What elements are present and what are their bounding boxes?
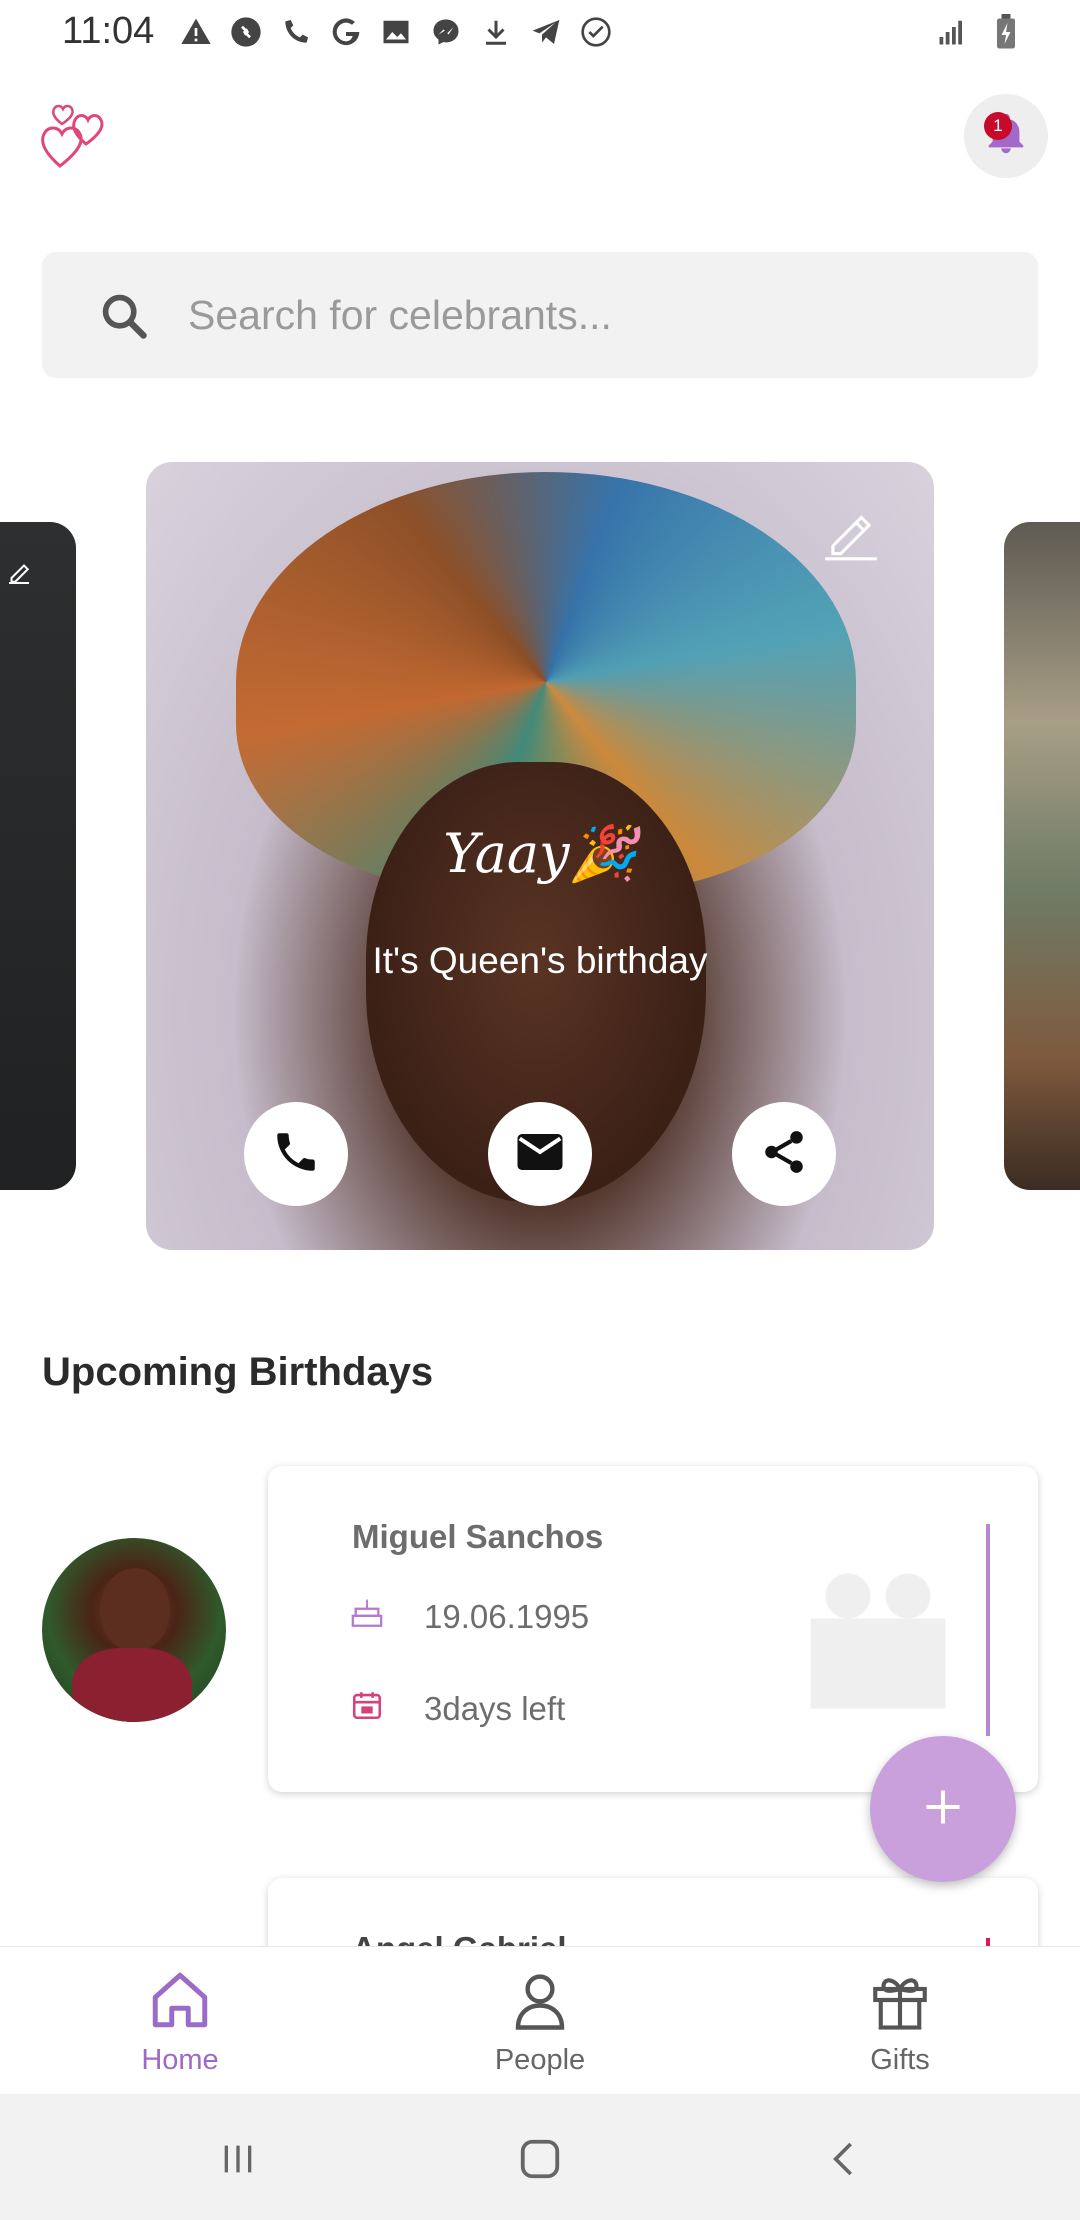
search-icon [98,290,150,342]
days-left: 3days left [424,1690,566,1727]
battery-charging-icon [988,14,1024,50]
nav-gifts-label: Gifts [870,2044,930,2076]
share-icon [759,1127,809,1182]
recent-apps-button[interactable] [208,2134,268,2184]
download-icon [478,14,514,50]
mail-icon [513,1125,567,1184]
nav-home[interactable]: Home [80,1967,280,2077]
system-status [934,14,1024,50]
notification-icons [178,14,614,50]
section-title: Upcoming Birthdays [42,1350,434,1394]
phone-icon [271,1127,321,1182]
gift-icon [867,1967,933,2038]
carousel-card-next[interactable] [1004,522,1080,1190]
cake-icon [350,1596,384,1638]
avatar[interactable] [42,1538,226,1722]
back-button[interactable] [814,2134,874,2184]
birth-date: 19.06.1995 [424,1598,590,1635]
telegram-icon [528,14,564,50]
messenger-icon [428,14,464,50]
search-input[interactable] [188,280,988,350]
celebration-subtitle: It's Queen's birthday [372,940,708,981]
card-accent-bar [986,1524,990,1736]
nav-people-label: People [494,2044,586,2076]
featured-birthday-card[interactable]: Yaay🎉 It's Queen's birthday [146,462,934,1250]
share-button[interactable] [732,1102,836,1206]
bottom-navigation: Home People Gifts [0,1946,1080,2094]
carousel-card-previous[interactable] [0,522,76,1190]
nav-home-label: Home [141,2044,219,2076]
person-icon [507,1967,573,2038]
check-circle-icon [578,14,614,50]
nav-people[interactable]: People [440,1967,640,2077]
birth-date-row: 19.06.1995 [350,1596,589,1638]
celebration-title: Yaay🎉 [443,822,637,885]
hearts-logo-icon[interactable] [38,100,110,172]
add-celebrant-button[interactable] [870,1736,1016,1882]
wifi-calling-off-icon [278,14,314,50]
gallery-icon [378,14,414,50]
home-icon [147,1967,213,2038]
signal-icon [934,14,970,50]
status-time: 11:04 [62,10,155,52]
home-button[interactable] [510,2134,570,2184]
email-button[interactable] [488,1102,592,1206]
google-icon [328,14,364,50]
warning-icon [178,14,214,50]
edit-icon[interactable] [820,502,882,564]
plus-icon [921,1785,965,1834]
gift-watermark-icon [810,1573,946,1709]
nav-gifts[interactable]: Gifts [800,1967,1000,2077]
notifications-button[interactable]: 1 [964,94,1048,178]
notification-badge: 1 [984,112,1012,140]
days-left-row: 3days left [350,1688,565,1730]
search-bar[interactable] [42,252,1038,378]
call-button[interactable] [244,1102,348,1206]
shazam-icon [228,14,264,50]
system-navigation-bar [0,2094,1080,2220]
celebrant-name: Miguel Sanchos [352,1518,604,1555]
status-bar: 11:04 [0,0,1080,64]
party-popper-icon: 🎉 [569,822,637,885]
calendar-icon [350,1688,384,1730]
